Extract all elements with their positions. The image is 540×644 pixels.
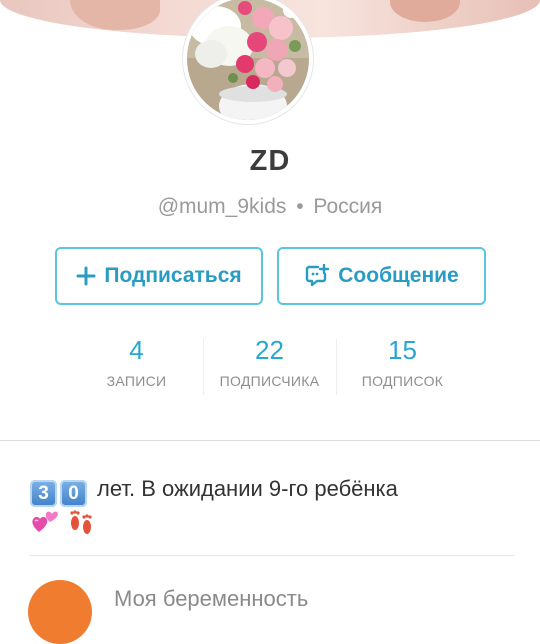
bio-divider xyxy=(30,555,514,556)
stat-following-label: ПОДПИСОК xyxy=(361,373,444,389)
bio-text: лет. В ожидании 9-го ребёнка xyxy=(97,476,398,501)
plus-icon xyxy=(76,266,96,286)
story-highlight-avatar[interactable] xyxy=(28,580,92,644)
stat-following-value: 15 xyxy=(388,335,417,365)
footprints-emoji xyxy=(70,510,92,534)
stat-posts[interactable]: 4 ЗАПИСИ xyxy=(70,335,203,389)
meta-separator: • xyxy=(296,195,304,218)
keycap-digit-3-emoji: 3 xyxy=(30,480,57,507)
cover-hand-right xyxy=(390,0,460,22)
avatar-image xyxy=(187,0,309,120)
avatar[interactable] xyxy=(183,0,313,124)
profile-stats: 4 ЗАПИСИ 22 ПОДПИСЧИКА 15 ПОДПИСОК xyxy=(70,335,470,395)
story-highlight-label[interactable]: Моя беременность xyxy=(114,586,308,612)
follow-button[interactable]: Подписаться xyxy=(55,247,263,305)
profile-location: Россия xyxy=(313,195,383,218)
stat-following[interactable]: 15 ПОДПИСОК xyxy=(336,335,469,389)
section-divider xyxy=(0,440,540,441)
follow-button-label: Подписаться xyxy=(104,264,242,287)
profile-bio: 3 0 лет. В ожидании 9-го ребёнка xyxy=(30,473,520,538)
bio-emojis xyxy=(30,508,520,538)
stat-posts-label: ЗАПИСИ xyxy=(106,373,167,389)
message-add-icon xyxy=(304,264,330,288)
stat-followers-value: 22 xyxy=(255,335,284,365)
message-button-label: Сообщение xyxy=(338,264,459,287)
profile-meta: @mum_9kids • Россия xyxy=(0,195,540,219)
profile-handle: @mum_9kids xyxy=(157,195,287,218)
two-hearts-emoji xyxy=(32,511,58,532)
keycap-digit-0-emoji: 0 xyxy=(60,480,87,507)
message-button[interactable]: Сообщение xyxy=(277,247,486,305)
stat-followers-label: ПОДПИСЧИКА xyxy=(219,373,320,389)
cover-hand-left xyxy=(70,0,160,30)
stat-posts-value: 4 xyxy=(129,335,144,365)
profile-name: ZD xyxy=(249,145,291,177)
flower-bouquet-image xyxy=(187,0,309,120)
stat-followers[interactable]: 22 ПОДПИСЧИКА xyxy=(203,335,336,389)
